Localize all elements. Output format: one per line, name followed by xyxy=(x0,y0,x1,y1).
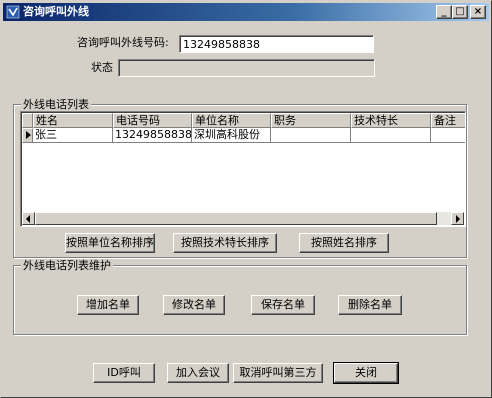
edit-entry-button[interactable]: 修改名单 xyxy=(163,295,225,315)
app-icon xyxy=(6,5,20,19)
status-field xyxy=(118,59,375,77)
arrow-right-icon xyxy=(456,215,460,223)
scroll-right-button[interactable] xyxy=(451,212,464,225)
column-header-company[interactable]: 单位名称 xyxy=(192,113,271,128)
grid-header: 姓名 电话号码 单位名称 职务 技术特长 备注 xyxy=(22,113,465,128)
close-window-button[interactable]: × xyxy=(470,5,486,19)
phone-number-label: 咨询呼叫外线号码: xyxy=(77,36,169,49)
current-row-indicator xyxy=(22,128,33,143)
sort-by-skill-button[interactable]: 按照技术特长排序 xyxy=(173,233,277,253)
cell-remark[interactable] xyxy=(431,128,465,143)
outside-line-grid[interactable]: 姓名 电话号码 单位名称 职务 技术特长 备注 张三 13249858838 深… xyxy=(20,111,466,227)
cell-name[interactable]: 张三 xyxy=(33,128,113,143)
maximize-button[interactable]: □ xyxy=(452,5,468,19)
cell-company[interactable]: 深圳高科股份 xyxy=(192,128,271,143)
table-row[interactable]: 张三 13249858838 深圳高科股份 xyxy=(22,128,465,143)
column-header-position[interactable]: 职务 xyxy=(271,113,351,128)
column-header-skill[interactable]: 技术特长 xyxy=(351,113,431,128)
join-conference-button[interactable]: 加入会议 xyxy=(167,363,229,383)
header-indicator xyxy=(22,113,33,128)
dialog-window: 咨询呼叫外线 _ □ × 咨询呼叫外线号码: 状态 外线电话列表 姓名 电话号码… xyxy=(0,0,492,398)
status-label: 状态 xyxy=(91,61,113,74)
row-pointer-icon xyxy=(26,131,31,139)
close-button[interactable]: 关闭 xyxy=(333,362,399,384)
phone-number-input[interactable] xyxy=(179,35,374,53)
id-call-button[interactable]: ID呼叫 xyxy=(93,363,155,383)
outside-line-list-title: 外线电话列表 xyxy=(21,98,91,111)
cancel-third-party-button[interactable]: 取消呼叫第三方 xyxy=(233,363,323,383)
list-maintenance-title: 外线电话列表维护 xyxy=(21,259,113,272)
cell-position[interactable] xyxy=(271,128,351,143)
window-title: 咨询呼叫外线 xyxy=(23,5,89,18)
sort-by-company-button[interactable]: 按照单位名称排序 xyxy=(65,233,155,253)
sort-by-name-button[interactable]: 按照姓名排序 xyxy=(299,233,389,253)
add-entry-button[interactable]: 增加名单 xyxy=(77,295,139,315)
delete-entry-button[interactable]: 删除名单 xyxy=(338,295,402,315)
column-header-name[interactable]: 姓名 xyxy=(33,113,113,128)
column-header-remark[interactable]: 备注 xyxy=(431,113,465,128)
cell-skill[interactable] xyxy=(351,128,431,143)
scrollbar-thumb[interactable] xyxy=(35,212,437,225)
column-header-phone[interactable]: 电话号码 xyxy=(113,113,192,128)
scroll-left-button[interactable] xyxy=(22,212,35,225)
horizontal-scrollbar[interactable] xyxy=(22,212,464,225)
cell-phone[interactable]: 13249858838 xyxy=(113,128,192,143)
title-bar[interactable]: 咨询呼叫外线 _ □ × xyxy=(3,3,489,21)
arrow-left-icon xyxy=(26,215,30,223)
save-entry-button[interactable]: 保存名单 xyxy=(251,295,315,315)
minimize-button[interactable]: _ xyxy=(436,5,452,19)
